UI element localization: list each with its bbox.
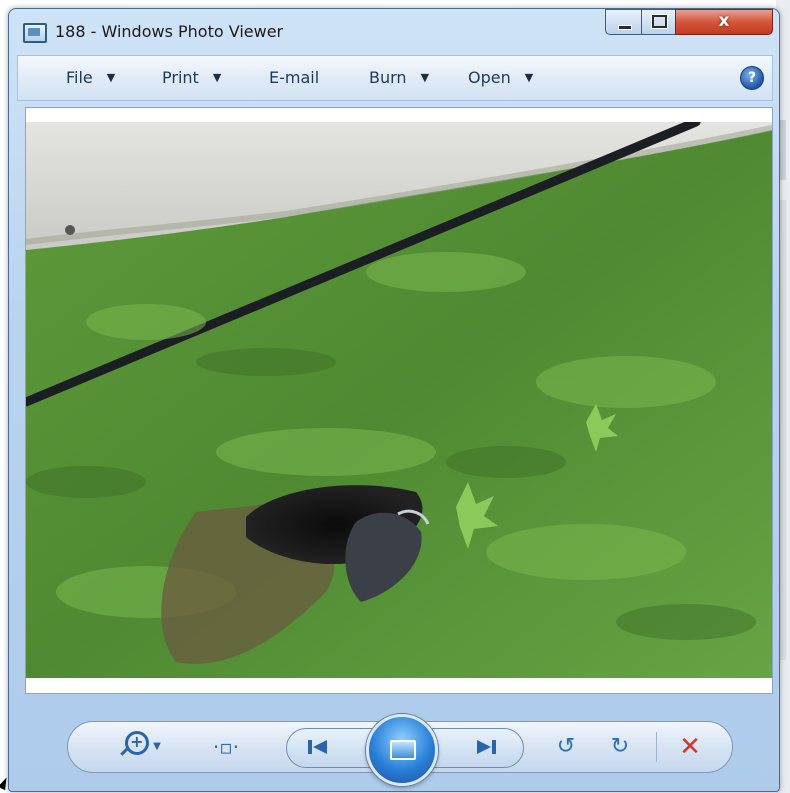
chevron-down-icon: ▼ [153,741,161,752]
rotate-clockwise-button[interactable]: ↻ [602,730,638,764]
background-element [780,120,786,180]
rotate-left-icon: ↺ [556,734,576,759]
menu-file-label: File [66,68,93,87]
displayed-photo [26,122,772,678]
background-element [780,200,786,660]
menu-burn[interactable]: Burn ▼ [369,68,429,87]
rotate-counterclockwise-button[interactable]: ↺ [548,730,584,764]
window-title: 188 - Windows Photo Viewer [55,22,284,41]
chevron-down-icon: ▼ [420,71,430,84]
previous-button[interactable] [298,730,338,764]
photo-viewer-app-icon [23,23,47,43]
slideshow-button[interactable] [366,714,438,786]
chevron-down-icon: ▼ [212,71,222,84]
photo-viewer-window: 188 - Windows Photo Viewer x File ▼ Print… [8,8,780,792]
playback-control-bar: ▼ ·▫· ↺ ↻ ✕ [67,714,733,786]
menu-print-label: Print [162,68,199,87]
close-button[interactable]: x [675,9,773,35]
actual-size-button[interactable]: ·▫· [206,730,246,764]
next-icon [477,740,496,754]
delete-button[interactable]: ✕ [668,730,712,764]
menu-burn-label: Burn [369,68,407,87]
fit-window-icon: ·▫· [212,735,240,759]
menu-email[interactable]: E-mail [269,68,319,87]
menu-file[interactable]: File ▼ [66,68,115,87]
command-bar: File ▼ Print ▼ E-mail Burn ▼ Open ▼ ? [17,55,773,101]
rotate-right-icon: ↻ [610,734,630,759]
menu-print[interactable]: Print ▼ [162,68,221,87]
menu-open[interactable]: Open ▼ [468,68,533,87]
image-viewport[interactable] [25,107,773,694]
divider [656,732,657,762]
chevron-down-icon: ▼ [106,71,116,84]
next-button[interactable] [464,730,508,764]
previous-icon [308,740,327,754]
menu-open-label: Open [468,68,511,87]
minimize-button[interactable] [605,9,643,35]
maximize-button[interactable] [641,9,677,35]
slideshow-icon [390,740,416,760]
delete-icon: ✕ [679,732,701,762]
help-icon[interactable]: ? [740,66,764,90]
title-bar[interactable]: 188 - Windows Photo Viewer x [9,9,779,55]
zoom-magnifier-icon [125,725,150,759]
menu-email-label: E-mail [269,68,320,87]
chevron-down-icon: ▼ [524,71,534,84]
zoom-button[interactable]: ▼ [118,725,168,764]
close-icon: x [718,11,730,31]
